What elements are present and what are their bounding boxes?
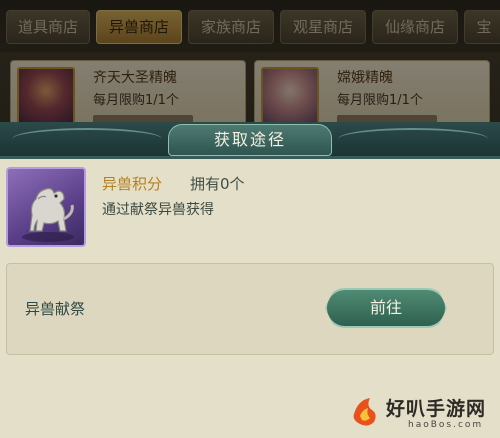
watermark-domain: haoBos.com xyxy=(408,420,484,430)
item-owned-count: 拥有0个 xyxy=(190,175,245,193)
item-description: 通过献祭异兽获得 xyxy=(102,202,214,218)
cloud-ornament-icon xyxy=(12,128,162,150)
beast-points-icon xyxy=(6,167,86,247)
watermark-name: 好叭手游网 xyxy=(386,398,487,420)
source-label: 异兽献祭 xyxy=(25,300,86,318)
source-row: 异兽献祭 前往 xyxy=(6,263,494,355)
cloud-ornament-icon xyxy=(338,128,488,150)
popup-header: 获取途径 xyxy=(0,122,500,156)
site-watermark: 好叭手游网 haoBos.com xyxy=(348,392,498,436)
popup-title: 获取途径 xyxy=(213,130,286,149)
mythical-beast-statue-icon xyxy=(22,187,74,242)
acquisition-popup: 获取途径 异兽积分 拥有0个 通过献祭异兽获得 异兽献祭 前往 xyxy=(0,122,500,438)
go-button[interactable]: 前往 xyxy=(325,288,447,328)
item-name: 异兽积分 xyxy=(102,175,163,193)
watermark-logo-icon xyxy=(353,398,376,426)
